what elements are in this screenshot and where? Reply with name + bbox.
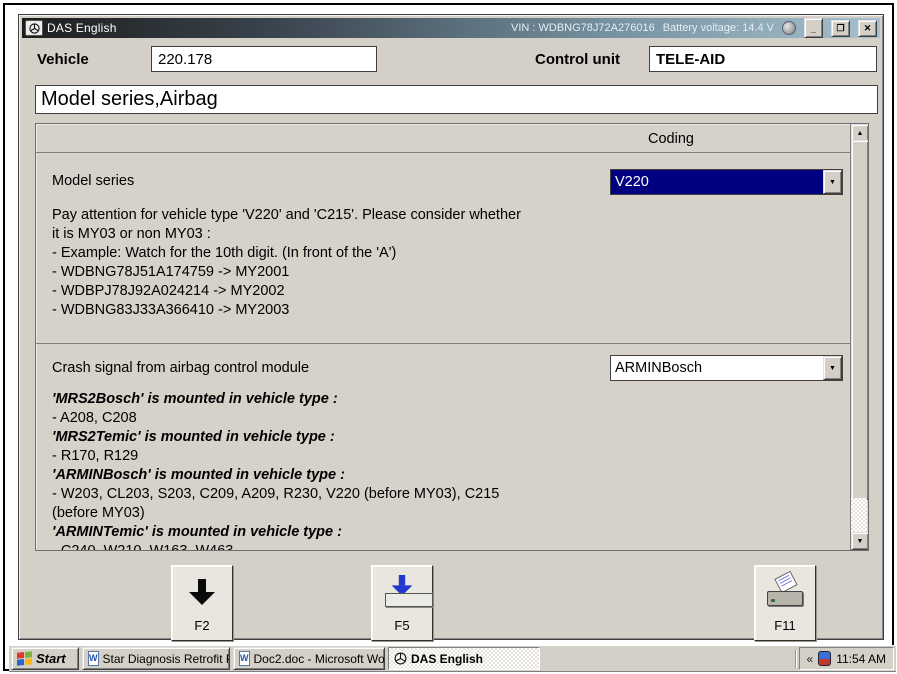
task-button-star-diagnosis[interactable]: W Star Diagnosis Retrofit P...: [82, 647, 230, 670]
control-unit-label: Control unit: [535, 51, 620, 68]
dropdown-arrow-icon[interactable]: ▼: [823, 356, 842, 380]
scroll-down-button[interactable]: ▼: [851, 532, 869, 550]
model-series-label: Model series: [52, 173, 134, 189]
taskbar-divider: [795, 650, 796, 668]
info-line: - A208, C208: [52, 409, 499, 428]
task-button-doc2[interactable]: W Doc2.doc - Microsoft Word: [233, 647, 385, 670]
note-line: - Example: Watch for the 10th digit. (In…: [52, 244, 521, 263]
vehicle-label: Vehicle: [37, 51, 89, 68]
info-line: - C240, W210, W163, W463: [52, 542, 499, 551]
vehicle-input[interactable]: [151, 46, 377, 72]
up-arrow-icon: ▲: [857, 130, 864, 137]
tray-icon[interactable]: [818, 651, 831, 666]
model-series-note: Pay attention for vehicle type 'V220' an…: [52, 206, 521, 320]
f5-button[interactable]: F5: [371, 565, 433, 641]
taskbar: Start W Star Diagnosis Retrofit P... W D…: [9, 645, 896, 671]
crash-signal-info: 'MRS2Bosch' is mounted in vehicle type :…: [52, 390, 499, 551]
f2-button[interactable]: F2: [171, 565, 233, 641]
printer-icon: [767, 576, 803, 608]
model-path-field: Model series,Airbag: [35, 85, 878, 114]
info-line: 'ARMINTemic' is mounted in vehicle type …: [52, 523, 499, 542]
titlebar[interactable]: DAS English VIN : WDBNG78J72A276016 Batt…: [22, 18, 880, 38]
coding-panel: Coding Model series V220 ▼ Pay attention…: [35, 123, 869, 551]
titlebar-status-icon: [782, 21, 796, 35]
word-icon: W: [88, 651, 99, 666]
info-line: 'MRS2Bosch' is mounted in vehicle type :: [52, 390, 499, 409]
info-line: - R170, R129: [52, 447, 499, 466]
tray-collapse-chevron[interactable]: «: [807, 652, 814, 666]
fkey-label: F11: [774, 618, 795, 633]
info-line: (before MY03): [52, 504, 499, 523]
battery-voltage-label: Battery voltage: 14.4 V: [663, 22, 774, 34]
mercedes-logo-icon: [25, 20, 43, 36]
down-arrow-icon: [189, 579, 215, 606]
send-to-output-icon: [385, 575, 419, 609]
scroll-track[interactable]: [851, 498, 867, 532]
task-label: DAS English: [411, 652, 483, 666]
task-button-das-english[interactable]: DAS English: [388, 647, 540, 670]
start-button[interactable]: Start: [11, 647, 79, 670]
window-title: DAS English: [47, 21, 117, 35]
crash-signal-value: ARMINBosch: [611, 356, 823, 380]
vin-label: VIN : WDBNG78J72A276016: [511, 22, 655, 34]
fkey-label: F5: [394, 618, 409, 633]
info-line: 'ARMINBosch' is mounted in vehicle type …: [52, 466, 499, 485]
note-line: - WDBNG78J51A174759 -> MY2001: [52, 263, 521, 282]
control-unit-input[interactable]: [649, 46, 877, 72]
windows-logo-icon: [17, 651, 32, 666]
app-window: DAS English VIN : WDBNG78J72A276016 Batt…: [18, 14, 884, 640]
info-line: - W203, CL203, S203, C209, A209, R230, V…: [52, 485, 499, 504]
note-line: Pay attention for vehicle type 'V220' an…: [52, 206, 521, 225]
task-label: Doc2.doc - Microsoft Word: [254, 652, 386, 666]
scroll-thumb[interactable]: [851, 140, 869, 500]
crash-signal-label: Crash signal from airbag control module: [52, 360, 309, 376]
screen-frame: DAS English VIN : WDBNG78J72A276016 Batt…: [3, 3, 894, 671]
minimize-button[interactable]: _: [804, 18, 823, 38]
note-line: - WDBPJ78J92A024214 -> MY2002: [52, 282, 521, 301]
fkey-label: F2: [194, 618, 209, 633]
vertical-scrollbar[interactable]: ▲ ▼: [850, 124, 868, 550]
crash-signal-combobox[interactable]: ARMINBosch ▼: [610, 355, 843, 381]
note-line: - WDBNG83J33A366410 -> MY2003: [52, 301, 521, 320]
system-tray: « 11:54 AM: [799, 647, 895, 670]
note-line: it is MY03 or non MY03 :: [52, 225, 521, 244]
f11-button[interactable]: F11: [754, 565, 816, 641]
start-label: Start: [36, 651, 66, 666]
dropdown-arrow-icon[interactable]: ▼: [823, 170, 842, 194]
clock: 11:54 AM: [836, 652, 886, 666]
coding-section-header: Coding: [36, 124, 851, 153]
restore-button[interactable]: ❐: [831, 20, 850, 37]
close-button[interactable]: ✕: [858, 20, 877, 37]
model-series-value: V220: [611, 170, 823, 194]
coding-title: Coding: [648, 131, 694, 147]
task-label: Star Diagnosis Retrofit P...: [103, 652, 231, 666]
word-icon: W: [239, 651, 250, 666]
section-divider: [36, 343, 851, 344]
mercedes-icon: [394, 652, 407, 665]
info-line: 'MRS2Temic' is mounted in vehicle type :: [52, 428, 499, 447]
down-arrow-icon: ▼: [857, 538, 864, 545]
model-series-combobox[interactable]: V220 ▼: [610, 169, 843, 195]
